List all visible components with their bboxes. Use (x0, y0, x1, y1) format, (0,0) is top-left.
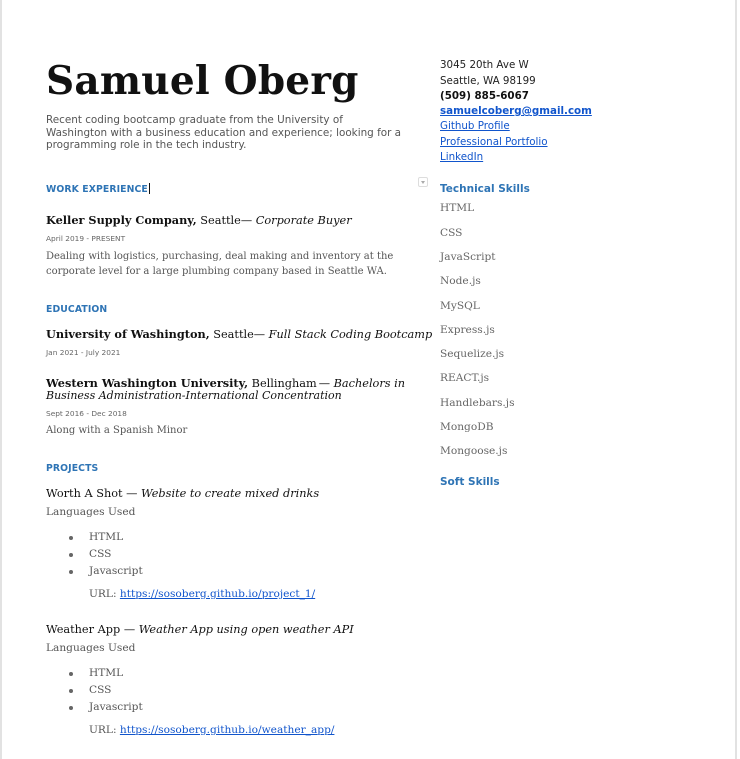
language-item[interactable]: CSS (89, 684, 111, 696)
school-dates[interactable]: Jan 2021 - July 2021 (46, 348, 120, 357)
url-label: URL: (89, 588, 120, 600)
school-location: Seattle (209, 328, 254, 341)
text-cursor (148, 183, 150, 194)
project-url-link[interactable]: https://sosoberg.github.io/weather_app/ (120, 724, 335, 736)
school-name: Western Washington University, (46, 376, 249, 390)
skill-item[interactable]: MySQL (440, 300, 480, 312)
project-name: Weather App (46, 623, 121, 636)
bullet-icon (69, 536, 73, 540)
school-title-line[interactable]: University of Washington, Seattle— Full … (46, 327, 432, 341)
project-dash: — (120, 623, 139, 636)
school-program-continued: Business Administration-International Co… (46, 389, 342, 402)
job-description[interactable]: Dealing with logistics, purchasing, deal… (46, 249, 396, 279)
job-location: Seattle (196, 214, 241, 227)
project-url-line: URL: https://sosoberg.github.io/project_… (89, 588, 315, 600)
language-item[interactable]: Javascript (89, 701, 143, 713)
project-title-line[interactable]: Worth A Shot — Website to create mixed d… (46, 487, 319, 500)
school-program: — Full Stack Coding Bootcamp (253, 328, 433, 341)
skill-item[interactable]: Sequelize.js (440, 348, 504, 360)
languages-label[interactable]: Languages Used (46, 642, 135, 654)
url-label: URL: (89, 724, 120, 736)
school-note[interactable]: Along with a Spanish Minor (46, 423, 187, 438)
bullet-icon (69, 706, 73, 710)
github-profile-link[interactable]: Github Profile (440, 120, 510, 132)
education-heading[interactable]: EDUCATION (46, 304, 107, 315)
bullet-icon (69, 672, 73, 676)
project-url-line: URL: https://sosoberg.github.io/weather_… (89, 724, 334, 736)
school-title-line[interactable]: Western Washington University, Bellingha… (46, 376, 405, 390)
school-dates[interactable]: Sept 2016 - Dec 2018 (46, 409, 127, 418)
resume-name[interactable]: Samuel Oberg (46, 58, 359, 104)
project-description: Weather App using open weather API (138, 623, 354, 636)
skill-item[interactable]: Handlebars.js (440, 397, 515, 409)
skill-item[interactable]: JavaScript (440, 251, 496, 263)
work-experience-heading[interactable]: WORK EXPERIENCE (46, 183, 150, 195)
skill-item[interactable]: REACT.js (440, 372, 489, 384)
language-item[interactable]: HTML (89, 667, 123, 679)
job-title-line[interactable]: Keller Supply Company, Seattle— Corporat… (46, 213, 352, 227)
project-url-link[interactable]: https://sosoberg.github.io/project_1/ (120, 588, 315, 600)
contact-email-link[interactable]: samuelcoberg@gmail.com (440, 105, 592, 117)
summary-text[interactable]: Recent coding bootcamp graduate from the… (46, 114, 406, 152)
contact-city[interactable]: Seattle, WA 98199 (440, 75, 536, 87)
project-description: Website to create mixed drinks (141, 487, 320, 500)
project-name: Worth A Shot (46, 487, 123, 500)
chevron-down-icon[interactable] (418, 177, 428, 187)
page-edge-left (0, 0, 2, 759)
language-item[interactable]: CSS (89, 548, 111, 560)
bullet-icon (69, 553, 73, 557)
languages-label[interactable]: Languages Used (46, 506, 135, 518)
skill-item[interactable]: MongoDB (440, 421, 494, 433)
projects-heading[interactable]: PROJECTS (46, 463, 98, 474)
skill-item[interactable]: Mongoose.js (440, 445, 507, 457)
language-item[interactable]: HTML (89, 531, 123, 543)
job-dates[interactable]: April 2019 - PRESENT (46, 234, 125, 243)
skill-item[interactable]: Express.js (440, 324, 495, 336)
linkedin-link[interactable]: LinkedIn (440, 151, 483, 163)
job-role: — Corporate Buyer (240, 214, 352, 227)
technical-skills-heading[interactable]: Technical Skills (440, 183, 530, 195)
soft-skills-heading[interactable]: Soft Skills (440, 476, 500, 488)
work-experience-heading-text: WORK EXPERIENCE (46, 184, 148, 195)
job-company: Keller Supply Company, (46, 213, 197, 227)
project-dash: — (122, 487, 142, 500)
skill-item[interactable]: Node.js (440, 275, 481, 287)
page-edge-right (735, 0, 737, 759)
contact-street[interactable]: 3045 20th Ave W (440, 59, 529, 71)
skill-item[interactable]: HTML (440, 202, 474, 214)
school-program-line2[interactable]: Business Administration-International Co… (46, 389, 342, 402)
skill-item[interactable]: CSS (440, 227, 462, 239)
school-name: University of Washington, (46, 327, 210, 341)
language-item[interactable]: Javascript (89, 565, 143, 577)
contact-phone[interactable]: (509) 885-6067 (440, 90, 529, 102)
project-title-line[interactable]: Weather App — Weather App using open wea… (46, 623, 354, 636)
portfolio-link[interactable]: Professional Portfolio (440, 136, 548, 148)
bullet-icon (69, 689, 73, 693)
bullet-icon (69, 570, 73, 574)
